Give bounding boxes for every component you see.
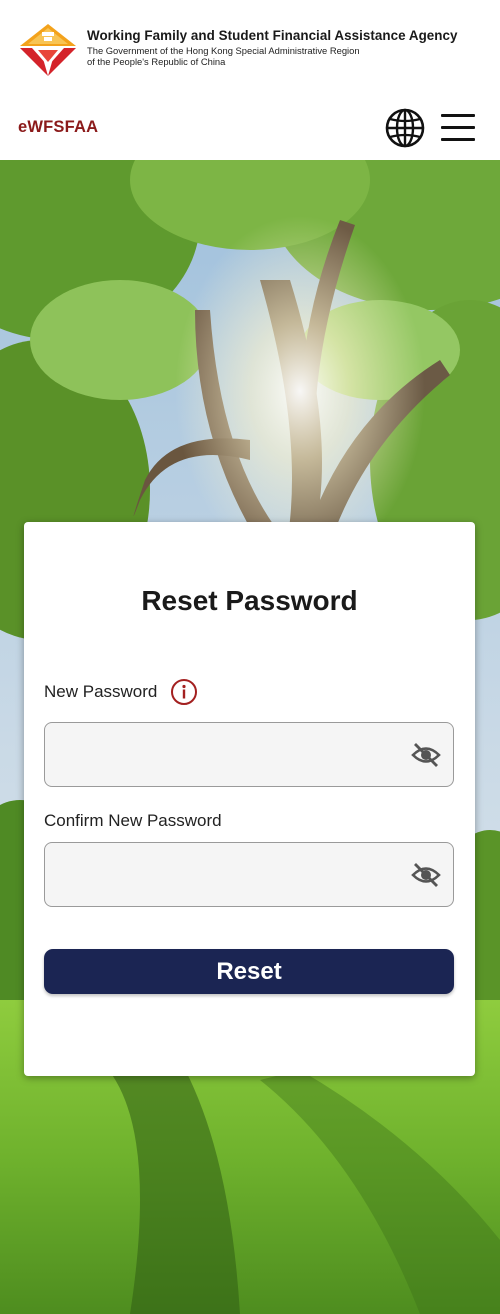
info-icon[interactable] — [170, 678, 198, 706]
agency-name: Working Family and Student Financial Ass… — [87, 28, 458, 43]
wfsfaa-logo — [20, 24, 76, 76]
eye-off-icon[interactable] — [411, 861, 441, 889]
agency-header: Working Family and Student Financial Ass… — [0, 0, 500, 100]
agency-subtitle-line-2: of the People's Republic of China — [87, 56, 226, 67]
nav-bar: eWFSFAA — [0, 100, 500, 160]
confirm-password-label: Confirm New Password — [44, 811, 222, 830]
hamburger-menu-icon[interactable] — [440, 112, 476, 144]
confirm-password-field-container — [44, 842, 454, 907]
reset-button[interactable]: Reset — [44, 949, 454, 994]
brand-link[interactable]: eWFSFAA — [18, 118, 98, 137]
eye-off-icon[interactable] — [411, 741, 441, 769]
reset-password-card: Reset Password New Password Confirm New … — [24, 522, 475, 1076]
new-password-label: New Password — [44, 682, 158, 701]
confirm-password-input[interactable] — [45, 843, 395, 906]
new-password-field-container — [44, 722, 454, 787]
page-title: Reset Password — [141, 585, 358, 616]
globe-icon[interactable] — [385, 108, 425, 148]
new-password-input[interactable] — [45, 723, 395, 786]
agency-subtitle-line-1: The Government of the Hong Kong Special … — [87, 45, 360, 56]
